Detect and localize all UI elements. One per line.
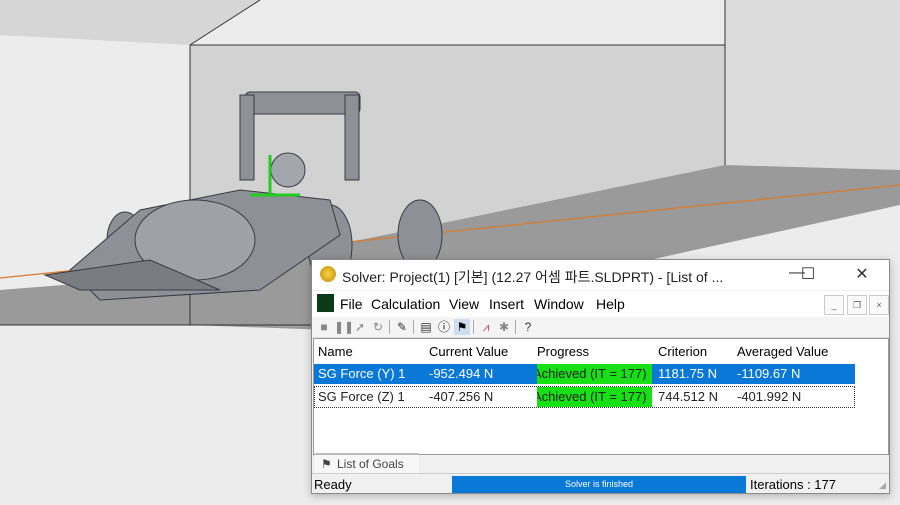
menu-window[interactable]: Window — [534, 296, 584, 312]
mdi-minimize-button[interactable]: _ — [824, 295, 844, 315]
help-icon[interactable]: ? — [520, 319, 536, 335]
col-name[interactable]: Name — [318, 344, 353, 359]
maximize-button[interactable]: ☐ — [793, 264, 823, 284]
probe-icon[interactable]: ✱ — [496, 319, 512, 335]
goals-flag-icon: ⚑ — [321, 457, 332, 471]
progress-bar: Achieved (IT = 177) — [537, 364, 652, 384]
resize-grip-icon[interactable]: ◢ — [879, 480, 886, 491]
pause-icon[interactable]: ❚❚ — [334, 319, 354, 335]
col-progress[interactable]: Progress — [537, 344, 589, 359]
criterion: 1181.75 N — [658, 366, 718, 381]
progress-bar: Achieved (IT = 177) — [537, 387, 652, 407]
col-current-value[interactable]: Current Value — [429, 344, 508, 359]
table-row[interactable]: SG Force (Y) 1 -952.494 N Achieved (IT =… — [314, 364, 855, 384]
window-title: Solver: Project(1) [기본] (12.27 어셈 파트.SLD… — [342, 269, 724, 285]
menu-bar: File Calculation View Insert Window Help… — [312, 291, 889, 317]
stop-icon[interactable]: ■ — [316, 319, 332, 335]
solver-progress-bar: Solver is finished — [452, 476, 746, 493]
col-criterion[interactable]: Criterion — [658, 344, 707, 359]
menu-file[interactable]: File — [340, 296, 363, 312]
solve-icon[interactable]: ➚ — [352, 319, 368, 335]
progress-label: Solver is finished — [564, 479, 634, 489]
menu-help[interactable]: Help — [596, 296, 625, 312]
solver-app-icon — [320, 266, 336, 282]
info-icon[interactable]: ⓘ — [436, 319, 452, 335]
solver-window: Solver: Project(1) [기본] (12.27 어셈 파트.SLD… — [311, 259, 890, 494]
status-text: Ready — [314, 477, 352, 492]
tab-list-of-goals[interactable]: ⚑ List of Goals — [315, 453, 419, 473]
pin-icon[interactable]: ✎ — [394, 319, 410, 335]
menu-insert[interactable]: Insert — [489, 296, 524, 312]
col-averaged-value[interactable]: Averaged Value — [737, 344, 828, 359]
progress-text: Achieved (IT = 177) — [537, 366, 647, 381]
document-icon[interactable]: ▤ — [418, 319, 434, 335]
current-value: -952.494 N — [429, 366, 494, 381]
menu-view[interactable]: View — [449, 296, 479, 312]
averaged-value: -401.992 N — [737, 389, 802, 404]
app-logo-icon — [317, 294, 334, 312]
refresh-icon[interactable]: ↻ — [370, 319, 386, 335]
goals-table: Name Current Value Progress Criterion Av… — [313, 338, 889, 455]
title-bar: Solver: Project(1) [기본] (12.27 어셈 파트.SLD… — [312, 260, 889, 290]
table-row[interactable]: SG Force (Z) 1 -407.256 N Achieved (IT =… — [314, 386, 855, 408]
progress-text: Achieved (IT = 177) — [537, 389, 647, 404]
goal-name: SG Force (Y) 1 — [318, 366, 406, 381]
toolbar: ■ ❚❚ ➚ ↻ ✎ ▤ ⓘ ⚑ ⩘ ✱ ? — [312, 317, 889, 338]
mdi-restore-button[interactable]: ❐ — [847, 295, 867, 315]
current-value: -407.256 N — [429, 389, 494, 404]
iterations-count: Iterations : 177 — [750, 477, 836, 492]
plot-icon[interactable]: ⩘ — [478, 319, 494, 335]
tab-bar: ⚑ List of Goals — [312, 453, 889, 473]
goal-name: SG Force (Z) 1 — [318, 389, 405, 404]
criterion: 744.512 N — [658, 389, 718, 404]
table-header: Name Current Value Progress Criterion Av… — [314, 342, 855, 362]
goals-flag-icon[interactable]: ⚑ — [454, 319, 470, 335]
mdi-close-button[interactable]: × — [869, 295, 889, 315]
close-button[interactable]: ✕ — [847, 264, 877, 284]
averaged-value: -1109.67 N — [737, 366, 801, 381]
status-bar: Ready Solver is finished Iterations : 17… — [312, 473, 889, 494]
tab-label: List of Goals — [337, 457, 404, 471]
menu-calculation[interactable]: Calculation — [371, 296, 440, 312]
